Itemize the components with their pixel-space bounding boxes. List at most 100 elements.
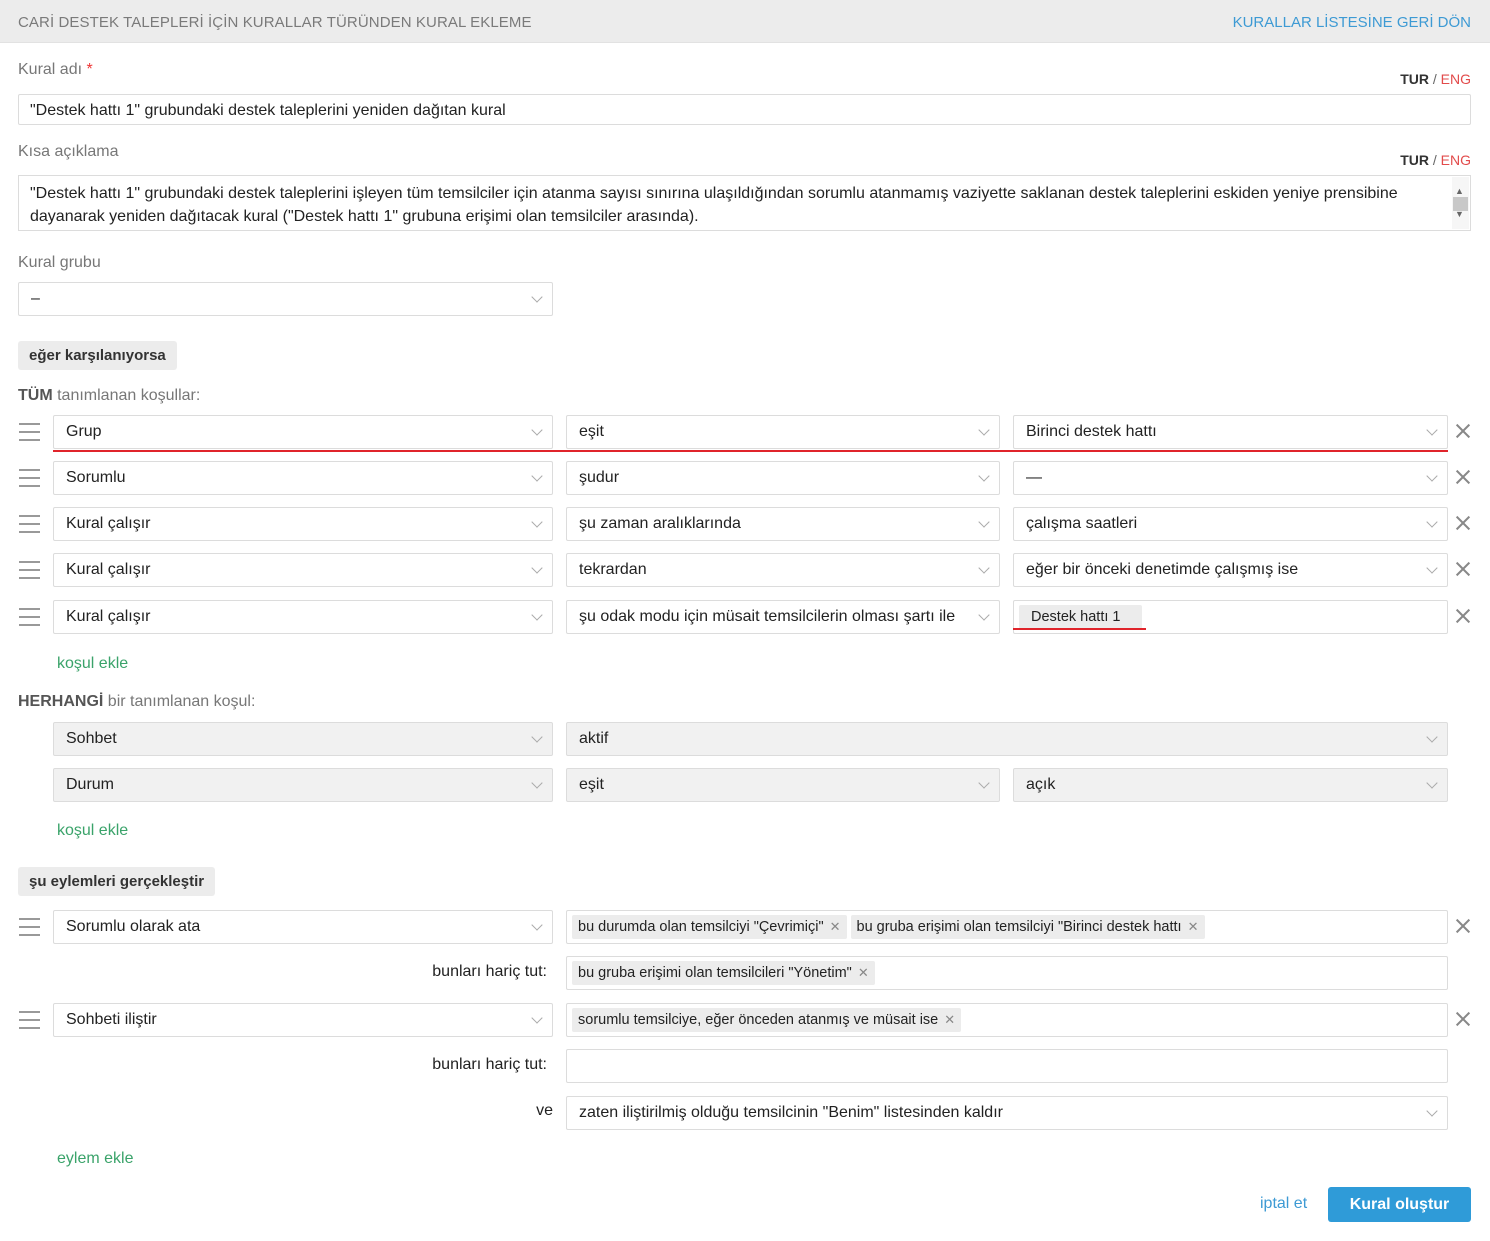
condition-operator-select[interactable]: aktif: [566, 722, 1448, 756]
back-to-rules-link[interactable]: KURALLAR LİSTESİNE GERİ DÖN: [1233, 14, 1471, 31]
short-desc-textarea[interactable]: "Destek hattı 1" grubundaki destek talep…: [18, 175, 1471, 231]
condition-field-select[interactable]: Durum: [53, 768, 553, 802]
lang-tur[interactable]: TUR: [1400, 152, 1429, 168]
lang-switch-name: TUR / ENG: [1400, 71, 1471, 87]
conditions-section-badge: eğer karşılanıyorsa: [18, 341, 177, 370]
action-tag-input[interactable]: sorumlu temsilciye, eğer önceden atanmış…: [566, 1003, 1448, 1037]
condition-field-select[interactable]: Sorumlu: [53, 461, 553, 495]
condition-value-select[interactable]: —: [1013, 461, 1448, 495]
tag-remove-icon[interactable]: ✕: [858, 965, 869, 980]
chevron-down-icon: [531, 919, 543, 931]
condition-operator-select[interactable]: şudur: [566, 461, 1000, 495]
condition-field-value: Kural çalışır: [66, 515, 151, 532]
lang-tur[interactable]: TUR: [1400, 71, 1429, 87]
action-select[interactable]: Sorumlu olarak ata: [53, 910, 553, 944]
drag-handle-icon[interactable]: [19, 469, 40, 487]
drag-handle-icon[interactable]: [19, 561, 40, 579]
drag-handle-icon[interactable]: [19, 423, 40, 441]
condition-value-select[interactable]: çalışma saatleri: [1013, 507, 1448, 541]
remove-condition-icon[interactable]: [1455, 608, 1471, 624]
rule-group-label: Kural grubu: [18, 254, 101, 271]
tag-chip[interactable]: bu gruba erişimi olan temsilciyi "Birinc…: [850, 915, 1205, 939]
rule-group-select[interactable]: –: [18, 282, 553, 316]
remove-condition-icon[interactable]: [1455, 423, 1471, 439]
chevron-down-icon: [531, 516, 543, 528]
remove-action-icon[interactable]: [1455, 918, 1471, 934]
condition-value-select[interactable]: Birinci destek hattı: [1013, 415, 1448, 449]
chevron-down-icon: [531, 609, 543, 621]
chevron-down-icon: [978, 470, 990, 482]
cancel-link[interactable]: iptal et: [1260, 1195, 1307, 1213]
condition-operator-value: aktif: [579, 730, 609, 747]
exclude-label: bunları hariç tut:: [432, 963, 547, 980]
tag-label: bu durumda olan temsilciyi "Çevrimiçi": [578, 919, 824, 935]
textarea-scrollbar[interactable]: ▲ ▼: [1452, 177, 1469, 229]
scroll-down-icon[interactable]: ▼: [1455, 203, 1464, 226]
chevron-down-icon: [978, 609, 990, 621]
condition-operator-select[interactable]: eşit: [566, 415, 1000, 449]
tag-chip[interactable]: sorumlu temsilciye, eğer önceden atanmış…: [572, 1008, 962, 1032]
condition-field-value: Sohbet: [66, 730, 117, 747]
short-desc-text: "Destek hattı 1" grubundaki destek talep…: [30, 185, 1398, 225]
add-action-link[interactable]: eylem ekle: [57, 1150, 133, 1168]
action-tag-input[interactable]: bu durumda olan temsilciyi "Çevrimiçi" ✕ b…: [566, 910, 1448, 944]
remove-condition-icon[interactable]: [1455, 561, 1471, 577]
tag-chip[interactable]: bu gruba erişimi olan temsilcileri "Yöne…: [572, 961, 875, 985]
chevron-down-icon: [531, 424, 543, 436]
tag-label: sorumlu temsilciye, eğer önceden atanmış…: [578, 1012, 939, 1028]
tag-remove-icon[interactable]: ✕: [830, 919, 841, 934]
add-condition-link[interactable]: koşul ekle: [57, 655, 128, 673]
condition-operator-select[interactable]: şu zaman aralıklarında: [566, 507, 1000, 541]
tag-remove-icon[interactable]: ✕: [944, 1012, 955, 1027]
condition-operator-select[interactable]: tekrardan: [566, 553, 1000, 587]
create-rule-button[interactable]: Kural oluştur: [1328, 1187, 1471, 1222]
chevron-down-icon: [531, 291, 543, 303]
lang-separator: /: [1432, 152, 1437, 168]
condition-operator-value: eşit: [579, 776, 604, 793]
chevron-down-icon: [978, 516, 990, 528]
rule-name-input[interactable]: "Destek hattı 1" grubundaki destek talep…: [18, 94, 1471, 125]
chevron-down-icon: [531, 731, 543, 743]
and-action-select[interactable]: zaten iliştirilmiş olduğu temsilcinin "B…: [566, 1096, 1448, 1130]
tag-chip[interactable]: Destek hattı 1: [1019, 605, 1143, 629]
condition-field-value: Kural çalışır: [66, 608, 151, 625]
condition-field-select[interactable]: Kural çalışır: [53, 600, 553, 634]
condition-field-select[interactable]: Kural çalışır: [53, 553, 553, 587]
drag-handle-icon[interactable]: [19, 918, 40, 936]
rule-name-label-text: Kural adı: [18, 61, 83, 78]
action-value: Sohbeti iliştir: [66, 1011, 157, 1028]
chevron-down-icon: [531, 777, 543, 789]
chevron-down-icon: [978, 562, 990, 574]
remove-condition-icon[interactable]: [1455, 469, 1471, 485]
drag-handle-icon[interactable]: [19, 515, 40, 533]
condition-operator-value: şu odak modu için müsait temsilcilerin o…: [579, 608, 956, 625]
tag-remove-icon[interactable]: ✕: [1188, 919, 1199, 934]
condition-value: Birinci destek hattı: [1026, 423, 1157, 440]
condition-field-select[interactable]: Grup: [53, 415, 553, 449]
all-prefix: TÜM: [18, 387, 53, 404]
action-value: Sorumlu olarak ata: [66, 918, 201, 935]
condition-operator-select[interactable]: şu odak modu için müsait temsilcilerin o…: [566, 600, 1000, 634]
action-select[interactable]: Sohbeti iliştir: [53, 1003, 553, 1037]
exclude-label: bunları hariç tut:: [432, 1056, 547, 1073]
page-title: CARİ DESTEK TALEPLERİ İÇİN KURALLAR TÜRÜ…: [18, 14, 532, 31]
chevron-down-icon: [1426, 562, 1438, 574]
condition-field-select[interactable]: Kural çalışır: [53, 507, 553, 541]
remove-action-icon[interactable]: [1455, 1011, 1471, 1027]
lang-eng[interactable]: ENG: [1441, 152, 1471, 168]
tag-label: Destek hattı 1: [1031, 609, 1121, 625]
exclude-tag-input[interactable]: bu gruba erişimi olan temsilcileri "Yöne…: [566, 956, 1448, 990]
condition-field-select[interactable]: Sohbet: [53, 722, 553, 756]
tag-chip[interactable]: bu durumda olan temsilciyi "Çevrimiçi" ✕: [572, 915, 847, 939]
all-conditions-label: TÜM tanımlanan koşullar:: [18, 387, 200, 405]
condition-operator-select[interactable]: eşit: [566, 768, 1000, 802]
exclude-tag-input[interactable]: [566, 1049, 1448, 1083]
drag-handle-icon[interactable]: [19, 1011, 40, 1029]
condition-value-select[interactable]: açık: [1013, 768, 1448, 802]
lang-eng[interactable]: ENG: [1441, 71, 1471, 87]
drag-handle-icon[interactable]: [19, 608, 40, 626]
remove-condition-icon[interactable]: [1455, 515, 1471, 531]
rule-name-label: Kural adı *: [18, 61, 93, 79]
condition-value-select[interactable]: eğer bir önceki denetimde çalışmış ise: [1013, 553, 1448, 587]
add-condition-link[interactable]: koşul ekle: [57, 822, 128, 840]
